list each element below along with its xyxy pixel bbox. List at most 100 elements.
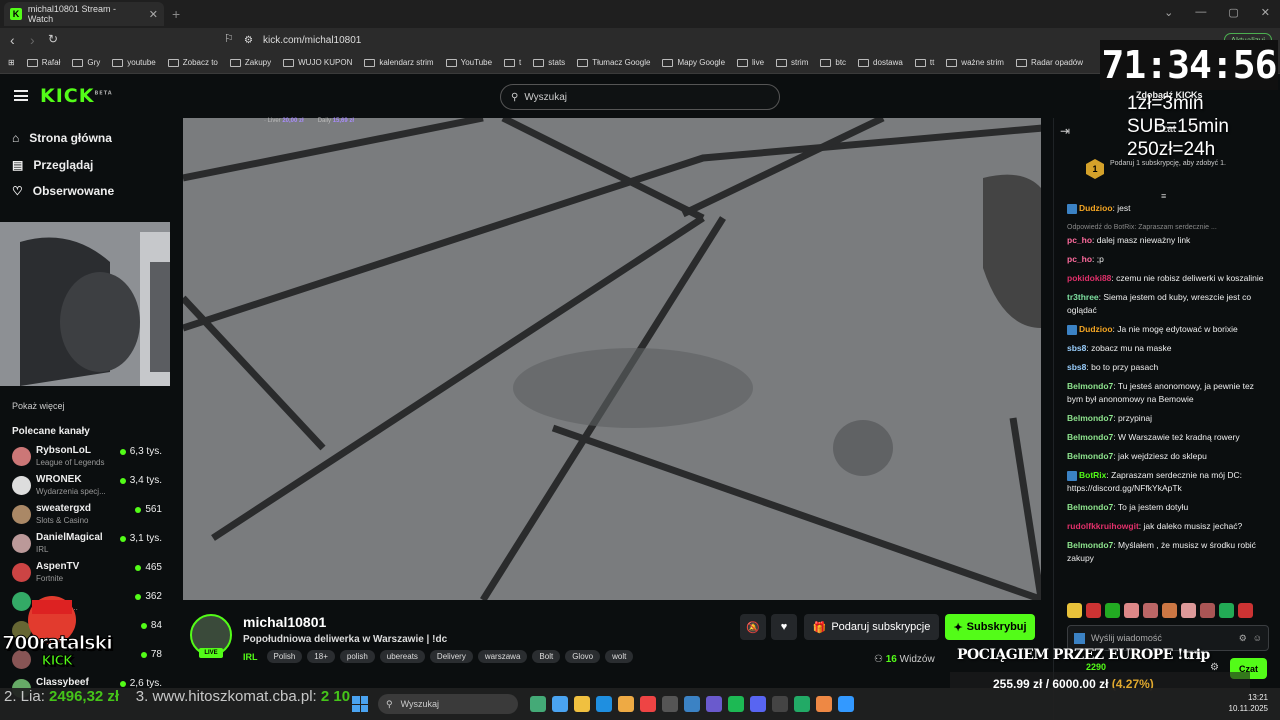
taskbar-app-icon[interactable] (750, 696, 766, 712)
taskbar-app-icon[interactable] (640, 696, 656, 712)
follow-heart-icon[interactable]: ♥ (771, 614, 797, 640)
taskbar-app-icon[interactable] (794, 696, 810, 712)
bookmark-item[interactable]: youtube (112, 58, 156, 67)
chat-username[interactable]: rudolfkkruihowgit (1067, 521, 1139, 531)
sidebar-item-home[interactable]: ⌂ Strona główna (12, 131, 112, 145)
chat-username[interactable]: Belmondo7 (1067, 451, 1113, 461)
chat-username[interactable]: Belmondo7 (1067, 413, 1113, 423)
recommended-channel[interactable]: WRONEK Wydarzenia specj... 3,4 tys. (12, 474, 162, 500)
sidebar-item-browse[interactable]: ▤ Przeglądaj (12, 158, 93, 172)
browser-tab[interactable]: K michal10801 Stream - Watch ✕ (4, 2, 164, 26)
emote-icon[interactable] (1067, 603, 1082, 618)
emote-icon[interactable] (1219, 603, 1234, 618)
taskbar-app-icon[interactable] (596, 696, 612, 712)
chat-username[interactable]: pokidoki88 (1067, 273, 1111, 283)
taskbar-app-icon[interactable] (816, 696, 832, 712)
bookmark-item[interactable]: strim (776, 58, 808, 67)
emote-icon[interactable] (1143, 603, 1158, 618)
taskbar-app-icon[interactable] (552, 696, 568, 712)
bookmark-item[interactable]: YouTube (445, 58, 492, 67)
taskbar-app-icon[interactable] (838, 696, 854, 712)
subscribe-button[interactable]: ✦ Subskrybuj (945, 614, 1035, 640)
taskbar-app-icon[interactable] (772, 696, 788, 712)
forward-icon[interactable]: › (30, 32, 35, 48)
bookmark-item[interactable]: Rafał (26, 58, 60, 67)
back-icon[interactable]: ‹ (10, 32, 15, 48)
emote-icon[interactable] (1086, 603, 1101, 618)
taskbar-search[interactable]: ⚲ Wyszukaj (378, 694, 518, 714)
bookmark-item[interactable]: live (737, 58, 764, 67)
new-tab-icon[interactable]: + (172, 6, 180, 22)
bookmark-item[interactable]: t (504, 58, 521, 67)
maximize-icon[interactable]: ▢ (1228, 6, 1238, 19)
tag-chip[interactable]: Bolt (532, 650, 561, 663)
taskbar-app-icon[interactable] (530, 696, 546, 712)
recommended-channel[interactable]: sweatergxd Slots & Casino 561 (12, 503, 162, 529)
settings-icon[interactable]: ⚙ (1239, 633, 1247, 644)
gift-subs-button[interactable]: 🎁 Podaruj subskrypcje (804, 614, 939, 640)
channel-name[interactable]: michal10801 (243, 614, 326, 630)
system-clock[interactable]: 13:21 10.11.2025 (1210, 692, 1268, 714)
tag-chip[interactable]: wolt (605, 650, 634, 663)
emote-icon[interactable] (1105, 603, 1120, 618)
taskbar-app-icon[interactable] (662, 696, 678, 712)
bookmark-item[interactable]: btc (820, 58, 846, 67)
emoji-icon[interactable]: ☺ (1253, 633, 1262, 643)
video-frame[interactable] (183, 118, 1041, 600)
taskbar-app-icon[interactable] (684, 696, 700, 712)
bookmark-item[interactable]: ważne strim (946, 58, 1004, 67)
bookmark-item[interactable]: Tłumacz Google (577, 58, 650, 67)
bookmark-item[interactable]: dostawa (858, 58, 903, 67)
minimize-icon[interactable]: — (1195, 6, 1206, 19)
channel-points[interactable]: 2290 (1086, 662, 1106, 672)
emote-icon[interactable] (1181, 603, 1196, 618)
tag-chip[interactable]: Polish (266, 650, 303, 663)
windows-start-icon[interactable] (352, 696, 368, 712)
bookmark-icon[interactable]: ⚐ (224, 32, 234, 45)
tag-chip[interactable]: 18+ (307, 650, 335, 663)
chat-filter-icon[interactable]: ≡ (1161, 191, 1166, 201)
tag-chip[interactable]: warszawa (477, 650, 528, 663)
chat-username[interactable]: Dudzioo (1079, 203, 1113, 213)
bookmark-item[interactable]: tt (914, 58, 934, 67)
collapse-chat-icon[interactable]: ⇥ (1060, 124, 1070, 138)
kick-logo[interactable]: KICKBETA (40, 85, 113, 107)
chat-username[interactable]: sbs8 (1067, 343, 1086, 353)
tag-chip[interactable]: Delivery (429, 650, 473, 663)
chat-username[interactable]: Belmondo7 (1067, 502, 1113, 512)
chat-username[interactable]: Dudzioo (1079, 324, 1113, 334)
bookmark-item[interactable]: WUJO KUPON (283, 58, 352, 67)
bookmark-item[interactable]: Zobacz to (167, 58, 218, 67)
emote-icon[interactable] (1124, 603, 1139, 618)
reload-icon[interactable]: ↻ (48, 32, 58, 46)
chat-username[interactable]: Belmondo7 (1067, 540, 1113, 550)
bookmark-item[interactable]: stats (533, 58, 565, 67)
emote-icon[interactable] (1238, 603, 1253, 618)
chat-username[interactable]: BotRix (1079, 470, 1106, 480)
chat-username[interactable]: pc_ho (1067, 235, 1092, 245)
chat-username[interactable]: pc_ho (1067, 254, 1092, 264)
bookmark-item[interactable]: Gry (72, 58, 100, 67)
emote-icon[interactable] (1200, 603, 1215, 618)
sidebar-item-following[interactable]: ♡ Obserwowane (12, 184, 114, 198)
url-field[interactable]: ⚙ kick.com/michal10801 (244, 30, 964, 50)
emote-icon[interactable] (1162, 603, 1177, 618)
taskbar-app-icon[interactable] (706, 696, 722, 712)
taskbar-app-icon[interactable] (728, 696, 744, 712)
category-link[interactable]: IRL (243, 652, 258, 662)
tag-chip[interactable]: Glovo (565, 650, 601, 663)
recommended-channel[interactable]: AspenTV Fortnite 465 (12, 561, 162, 587)
site-info-icon[interactable]: ⚙ (244, 35, 253, 46)
chat-username[interactable]: tr3three (1067, 292, 1099, 302)
close-window-icon[interactable]: ✕ (1261, 6, 1270, 19)
bookmark-item[interactable]: kalendarz strim (364, 58, 434, 67)
recommended-channel[interactable]: RybsonLoL League of Legends 6,3 tys. (12, 445, 162, 471)
apps-icon[interactable]: ⊞ (8, 58, 15, 67)
chat-username[interactable]: Belmondo7 (1067, 432, 1113, 442)
close-tab-icon[interactable]: ✕ (149, 8, 158, 21)
bookmark-item[interactable]: Radar opadów (1015, 58, 1083, 67)
menu-icon[interactable] (14, 90, 28, 101)
bookmark-item[interactable]: Mapy Google (662, 58, 725, 67)
show-more-link[interactable]: Pokaż więcej (12, 401, 65, 411)
taskbar-app-icon[interactable] (618, 696, 634, 712)
